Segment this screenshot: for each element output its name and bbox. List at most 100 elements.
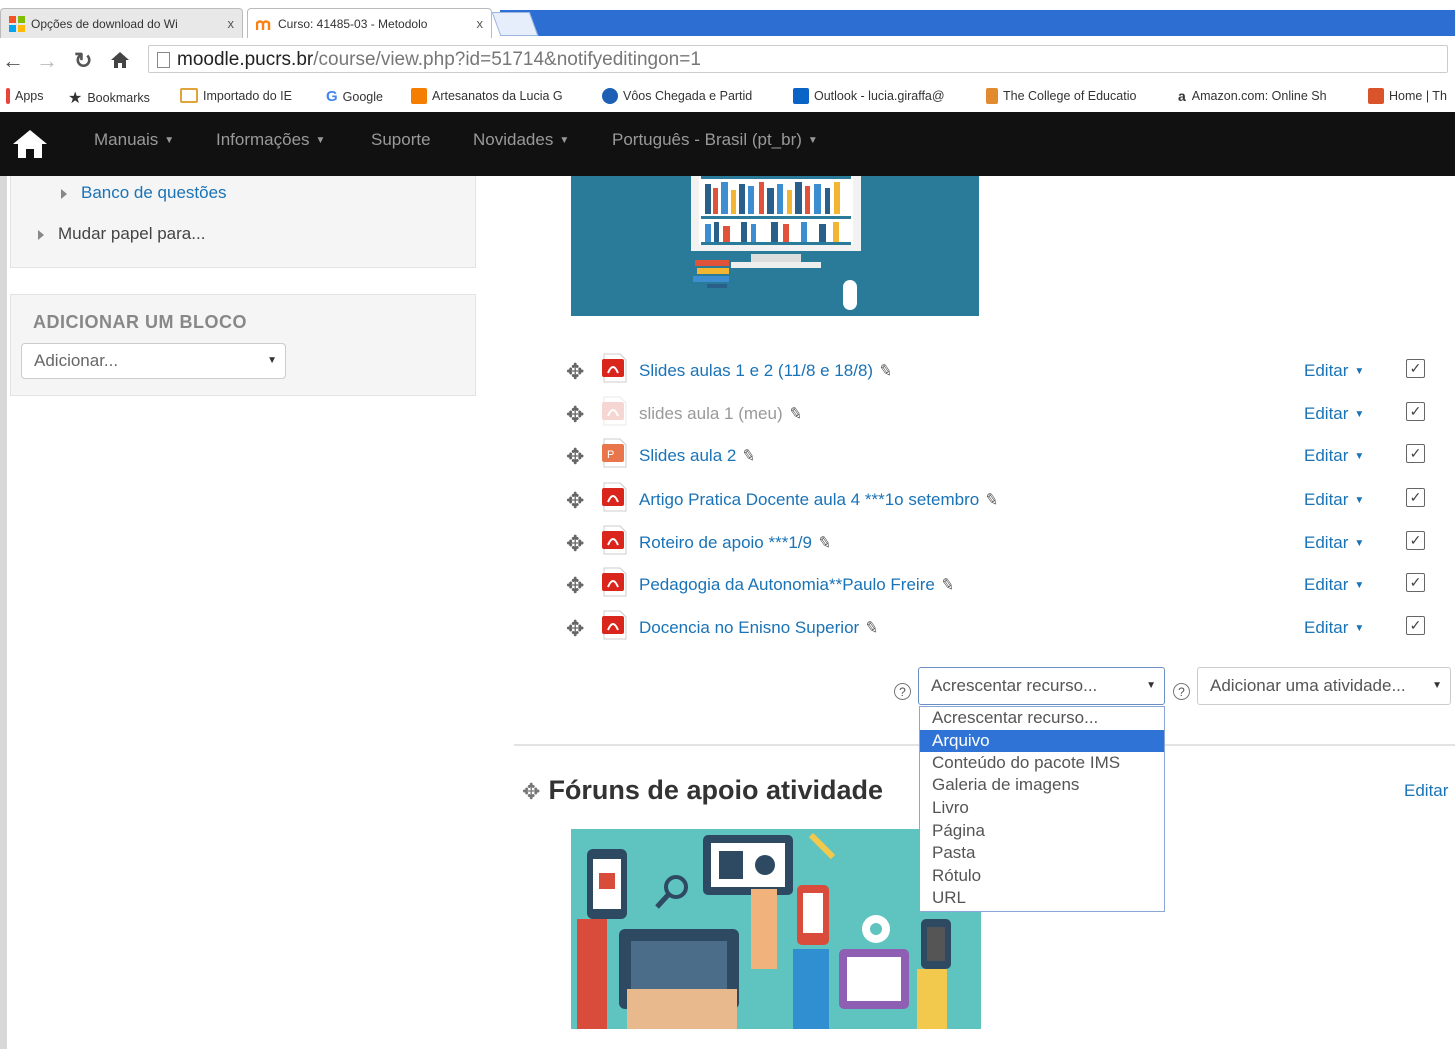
bookmark-college[interactable]: The College of Educatio <box>986 88 1136 104</box>
browser-tab-course[interactable]: Curso: 41485-03 - Metodolo x <box>247 8 492 38</box>
move-icon[interactable]: ✥ <box>566 488 584 514</box>
bookmark-apps[interactable]: Apps <box>6 88 44 104</box>
move-icon[interactable]: ✥ <box>566 616 584 642</box>
bookmark-importado-ie[interactable]: Importado do IE <box>180 88 292 103</box>
option-arquivo[interactable]: Arquivo <box>920 730 1164 752</box>
pdf-file-icon <box>602 353 627 383</box>
resource-link[interactable]: Slides aula 2 ✎ <box>639 445 758 467</box>
menu-informacoes[interactable]: Informações ▼ <box>216 130 325 150</box>
menu-language[interactable]: Português - Brasil (pt_br) ▼ <box>612 130 818 150</box>
windows-logo-icon <box>9 15 25 32</box>
edit-label: Editar <box>1304 575 1349 594</box>
edit-menu[interactable]: Editar ▼ <box>1304 533 1364 553</box>
tree-item-mudar-papel[interactable]: Mudar papel para... <box>38 224 205 244</box>
resource-link[interactable]: Slides aulas 1 e 2 (11/8 e 18/8) ✎ <box>639 360 894 382</box>
move-icon[interactable]: ✥ <box>522 779 540 804</box>
edit-menu[interactable]: Editar ▼ <box>1304 446 1364 466</box>
bookmark-amazon[interactable]: a Amazon.com: Online Sh <box>1178 88 1327 104</box>
caret-down-icon: ▼ <box>807 135 818 147</box>
bookmark-google[interactable]: G Google <box>326 88 383 105</box>
menu-manuais[interactable]: Manuais ▼ <box>94 130 174 150</box>
move-icon[interactable]: ✥ <box>566 444 584 470</box>
edit-menu[interactable]: Editar ▼ <box>1304 404 1364 424</box>
folder-icon <box>180 88 198 103</box>
url-input[interactable]: moodle.pucrs.br/course/view.php?id=51714… <box>148 45 1448 73</box>
edit-menu[interactable]: Editar ▼ <box>1304 575 1364 595</box>
edit-menu[interactable]: Editar ▼ <box>1304 618 1364 638</box>
completion-checkbox[interactable]: ✓ <box>1406 616 1425 635</box>
move-icon[interactable]: ✥ <box>566 359 584 385</box>
move-icon[interactable]: ✥ <box>566 531 584 557</box>
resource-name: Pedagogia da Autonomia**Paulo Freire <box>639 575 935 594</box>
add-activity-select[interactable]: Adicionar uma atividade... ▼ <box>1197 667 1451 705</box>
pencil-edit-icon[interactable]: ✎ <box>741 445 758 467</box>
back-arrow-icon[interactable]: ← <box>2 48 24 74</box>
pencil-edit-icon[interactable]: ✎ <box>939 574 956 596</box>
resource-name: slides aula 1 (meu) <box>639 404 783 423</box>
forward-arrow-icon[interactable]: → <box>36 48 58 74</box>
google-g-icon: G <box>326 88 338 105</box>
menu-novidades[interactable]: Novidades ▼ <box>473 130 569 150</box>
tab-close-icon[interactable]: x <box>477 16 484 31</box>
help-icon[interactable]: ? <box>894 683 911 700</box>
pencil-edit-icon[interactable]: ✎ <box>984 489 1001 511</box>
select-value: Acrescentar recurso... <box>931 676 1098 695</box>
select-arrow-icon: ▼ <box>1432 680 1442 691</box>
caret-down-icon: ▼ <box>1354 580 1365 592</box>
home-icon[interactable] <box>12 129 48 159</box>
pencil-edit-icon[interactable]: ✎ <box>864 617 881 639</box>
option-url[interactable]: URL <box>920 887 1164 909</box>
bookmark-label: Outlook - lucia.giraffa@ <box>814 89 945 103</box>
pencil-edit-icon[interactable]: ✎ <box>816 532 833 554</box>
amazon-icon: a <box>1178 88 1186 104</box>
home-icon[interactable] <box>110 51 130 69</box>
bookmark-artesanatos[interactable]: Artesanatos da Lucia G <box>411 88 563 104</box>
bookmark-bookmarks[interactable]: ★ Bookmarks <box>68 88 150 108</box>
tab-close-icon[interactable]: x <box>228 16 235 31</box>
expand-triangle-icon[interactable] <box>61 188 67 199</box>
pencil-edit-icon[interactable]: ✎ <box>787 403 804 425</box>
add-resource-select[interactable]: Acrescentar recurso... ▼ <box>918 667 1165 705</box>
resource-link[interactable]: Artigo Pratica Docente aula 4 ***1o sete… <box>639 489 1001 511</box>
bookmark-voos[interactable]: Vôos Chegada e Partid <box>602 88 752 104</box>
resource-link-hidden[interactable]: slides aula 1 (meu) ✎ <box>639 403 804 425</box>
option-conteudo-ims[interactable]: Conteúdo do pacote IMS <box>920 752 1164 774</box>
bookmark-home[interactable]: Home | Th <box>1368 88 1447 104</box>
bookmark-outlook[interactable]: Outlook - lucia.giraffa@ <box>793 88 945 104</box>
completion-checkbox[interactable]: ✓ <box>1406 573 1425 592</box>
star-icon: ★ <box>68 90 83 107</box>
resource-link[interactable]: Docencia no Enisno Superior ✎ <box>639 617 881 639</box>
completion-checkbox[interactable]: ✓ <box>1406 488 1425 507</box>
completion-checkbox[interactable]: ✓ <box>1406 444 1425 463</box>
move-icon[interactable]: ✥ <box>566 402 584 428</box>
edit-label: Editar <box>1304 490 1349 509</box>
pdf-file-icon <box>602 525 627 555</box>
resource-link[interactable]: Roteiro de apoio ***1/9 ✎ <box>639 532 833 554</box>
window-title-bar <box>500 10 1455 36</box>
move-icon[interactable]: ✥ <box>566 573 584 599</box>
menu-suporte[interactable]: Suporte <box>371 130 431 150</box>
tree-item-banco-questoes[interactable]: Banco de questões <box>61 183 227 203</box>
pencil-edit-icon[interactable]: ✎ <box>877 360 894 382</box>
completion-checkbox[interactable]: ✓ <box>1406 531 1425 550</box>
completion-checkbox[interactable]: ✓ <box>1406 402 1425 421</box>
caret-down-icon: ▼ <box>1354 495 1365 507</box>
add-block-select[interactable]: Adicionar... ▼ <box>21 343 286 379</box>
reload-icon[interactable]: ↻ <box>74 48 92 74</box>
browser-tab-download-options[interactable]: Opções de download do Wi x <box>0 8 243 38</box>
option-placeholder[interactable]: Acrescentar recurso... <box>920 707 1164 729</box>
help-icon[interactable]: ? <box>1173 683 1190 700</box>
option-pasta[interactable]: Pasta <box>920 842 1164 864</box>
menu-label: Manuais <box>94 130 159 149</box>
browser-tab-bar: Opções de download do Wi x Curso: 41485-… <box>0 0 1455 40</box>
edit-menu[interactable]: Editar ▼ <box>1304 490 1364 510</box>
section-edit-menu[interactable]: Editar <box>1404 781 1448 801</box>
option-pagina[interactable]: Página <box>920 820 1164 842</box>
option-galeria-imagens[interactable]: Galeria de imagens <box>920 774 1164 796</box>
expand-triangle-icon[interactable] <box>38 229 44 240</box>
option-rotulo[interactable]: Rótulo <box>920 865 1164 887</box>
completion-checkbox[interactable]: ✓ <box>1406 359 1425 378</box>
option-livro[interactable]: Livro <box>920 797 1164 819</box>
edit-menu[interactable]: Editar ▼ <box>1304 361 1364 381</box>
resource-link[interactable]: Pedagogia da Autonomia**Paulo Freire ✎ <box>639 574 956 596</box>
